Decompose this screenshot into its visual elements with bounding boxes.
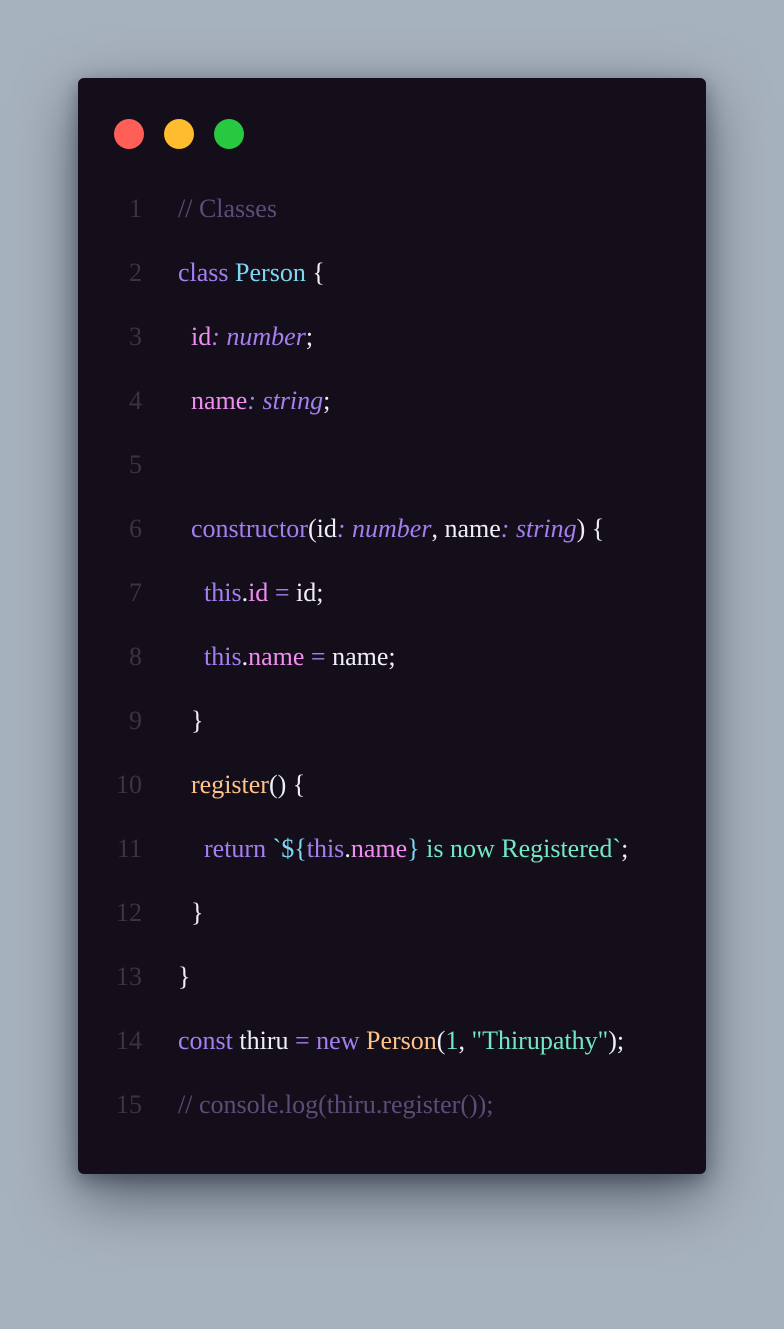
line-number: 4 [129, 386, 142, 415]
comment: // console.log(thiru.register()); [178, 1090, 494, 1119]
line-content: name: string; [178, 369, 330, 433]
line-content: // console.log(thiru.register()); [178, 1073, 494, 1137]
punctuation: } [191, 898, 204, 927]
identifier: name; [332, 642, 396, 671]
line-number: 15 [116, 1090, 142, 1119]
keyword: this [204, 642, 242, 671]
code-editor: 1 // Classes 2 class Person { 3 id: numb… [78, 177, 706, 1137]
punctuation: } [191, 706, 204, 735]
line-content: } [178, 881, 203, 945]
code-line: 7 this.id = id; [78, 561, 706, 625]
template-interpolation: `${ [272, 834, 307, 863]
operator: = [274, 578, 290, 607]
line-content: // Classes [178, 177, 277, 241]
comment: // Classes [178, 194, 277, 223]
template-interpolation: } [407, 834, 420, 863]
punctuation: } [178, 962, 191, 991]
code-line: 3 id: number; [78, 305, 706, 369]
line-number: 1 [129, 194, 142, 223]
property: name [350, 834, 408, 863]
code-line: 14 const thiru = new Person(1, "Thirupat… [78, 1009, 706, 1073]
minimize-dot-icon[interactable] [164, 119, 194, 149]
punctuation: () [268, 770, 287, 799]
number-literal: 1 [445, 1026, 459, 1055]
line-number: 8 [129, 642, 142, 671]
type-annotation: : number [211, 322, 306, 351]
identifier: thiru [239, 1026, 289, 1055]
line-content: } [178, 689, 203, 753]
maximize-dot-icon[interactable] [214, 119, 244, 149]
code-line: 13 } [78, 945, 706, 1009]
keyword: const [178, 1026, 233, 1055]
line-number: 3 [129, 322, 142, 351]
code-line: 12 } [78, 881, 706, 945]
line-number: 12 [116, 898, 142, 927]
method-name: register [191, 770, 269, 799]
code-line: 5 [78, 433, 706, 497]
punctuation: , [458, 1026, 465, 1055]
property: name [248, 642, 305, 671]
code-line: 1 // Classes [78, 177, 706, 241]
parameter: name [444, 514, 501, 543]
punctuation: { [312, 258, 325, 287]
type-annotation: : string [247, 386, 324, 415]
parameter: id [316, 514, 337, 543]
punctuation: , [431, 514, 438, 543]
line-number: 10 [116, 770, 142, 799]
code-line: 10 register() { [78, 753, 706, 817]
keyword: return [204, 834, 267, 863]
line-number: 13 [116, 962, 142, 991]
line-number: 14 [116, 1026, 142, 1055]
line-content: this.name = name; [178, 625, 396, 689]
punctuation: { [292, 770, 306, 799]
line-number: 2 [129, 258, 142, 287]
code-line: 6 constructor(id: number, name: string) … [78, 497, 706, 561]
keyword: new [316, 1026, 360, 1055]
code-line: 15 // console.log(thiru.register()); [78, 1073, 706, 1137]
line-content: id: number; [178, 305, 313, 369]
string: is now Registered` [419, 834, 622, 863]
line-content: register() { [178, 753, 305, 817]
line-content: constructor(id: number, name: string) { [178, 497, 604, 561]
code-line: 11 return `${this.name} is now Registere… [78, 817, 706, 881]
operator: = [295, 1026, 310, 1055]
punctuation: ; [621, 834, 629, 863]
code-window: 1 // Classes 2 class Person { 3 id: numb… [78, 78, 706, 1174]
class-name: Person [366, 1026, 437, 1055]
line-number: 5 [129, 450, 142, 479]
property: name [191, 386, 248, 415]
punctuation: ( [307, 514, 317, 543]
keyword: this [204, 578, 242, 607]
keyword: this [306, 834, 345, 863]
punctuation: ); [608, 1026, 625, 1055]
line-content: const thiru = new Person(1, "Thirupathy"… [178, 1009, 624, 1073]
identifier: id; [295, 578, 324, 607]
keyword: constructor [191, 514, 308, 543]
type-annotation: : string [500, 514, 577, 543]
property: id [248, 578, 269, 607]
line-content: this.id = id; [178, 561, 323, 625]
punctuation: { [591, 514, 605, 543]
line-content: class Person { [178, 241, 325, 305]
code-line: 2 class Person { [78, 241, 706, 305]
code-line: 8 this.name = name; [78, 625, 706, 689]
punctuation: ) [576, 514, 586, 543]
operator: = [310, 642, 326, 671]
string: "Thirupathy" [471, 1026, 609, 1055]
line-content: return `${this.name} is now Registered`; [178, 817, 628, 881]
punctuation: ; [305, 322, 314, 351]
code-line: 4 name: string; [78, 369, 706, 433]
keyword: class [178, 258, 229, 287]
line-number: 7 [129, 578, 142, 607]
line-number: 11 [116, 834, 142, 863]
property: id [191, 322, 212, 351]
code-line: 9 } [78, 689, 706, 753]
line-number: 6 [129, 514, 142, 543]
class-name: Person [235, 258, 306, 287]
type-annotation: : number [336, 514, 432, 543]
punctuation: ; [323, 386, 331, 415]
close-dot-icon[interactable] [114, 119, 144, 149]
line-content: } [178, 945, 190, 1009]
line-number: 9 [129, 706, 142, 735]
